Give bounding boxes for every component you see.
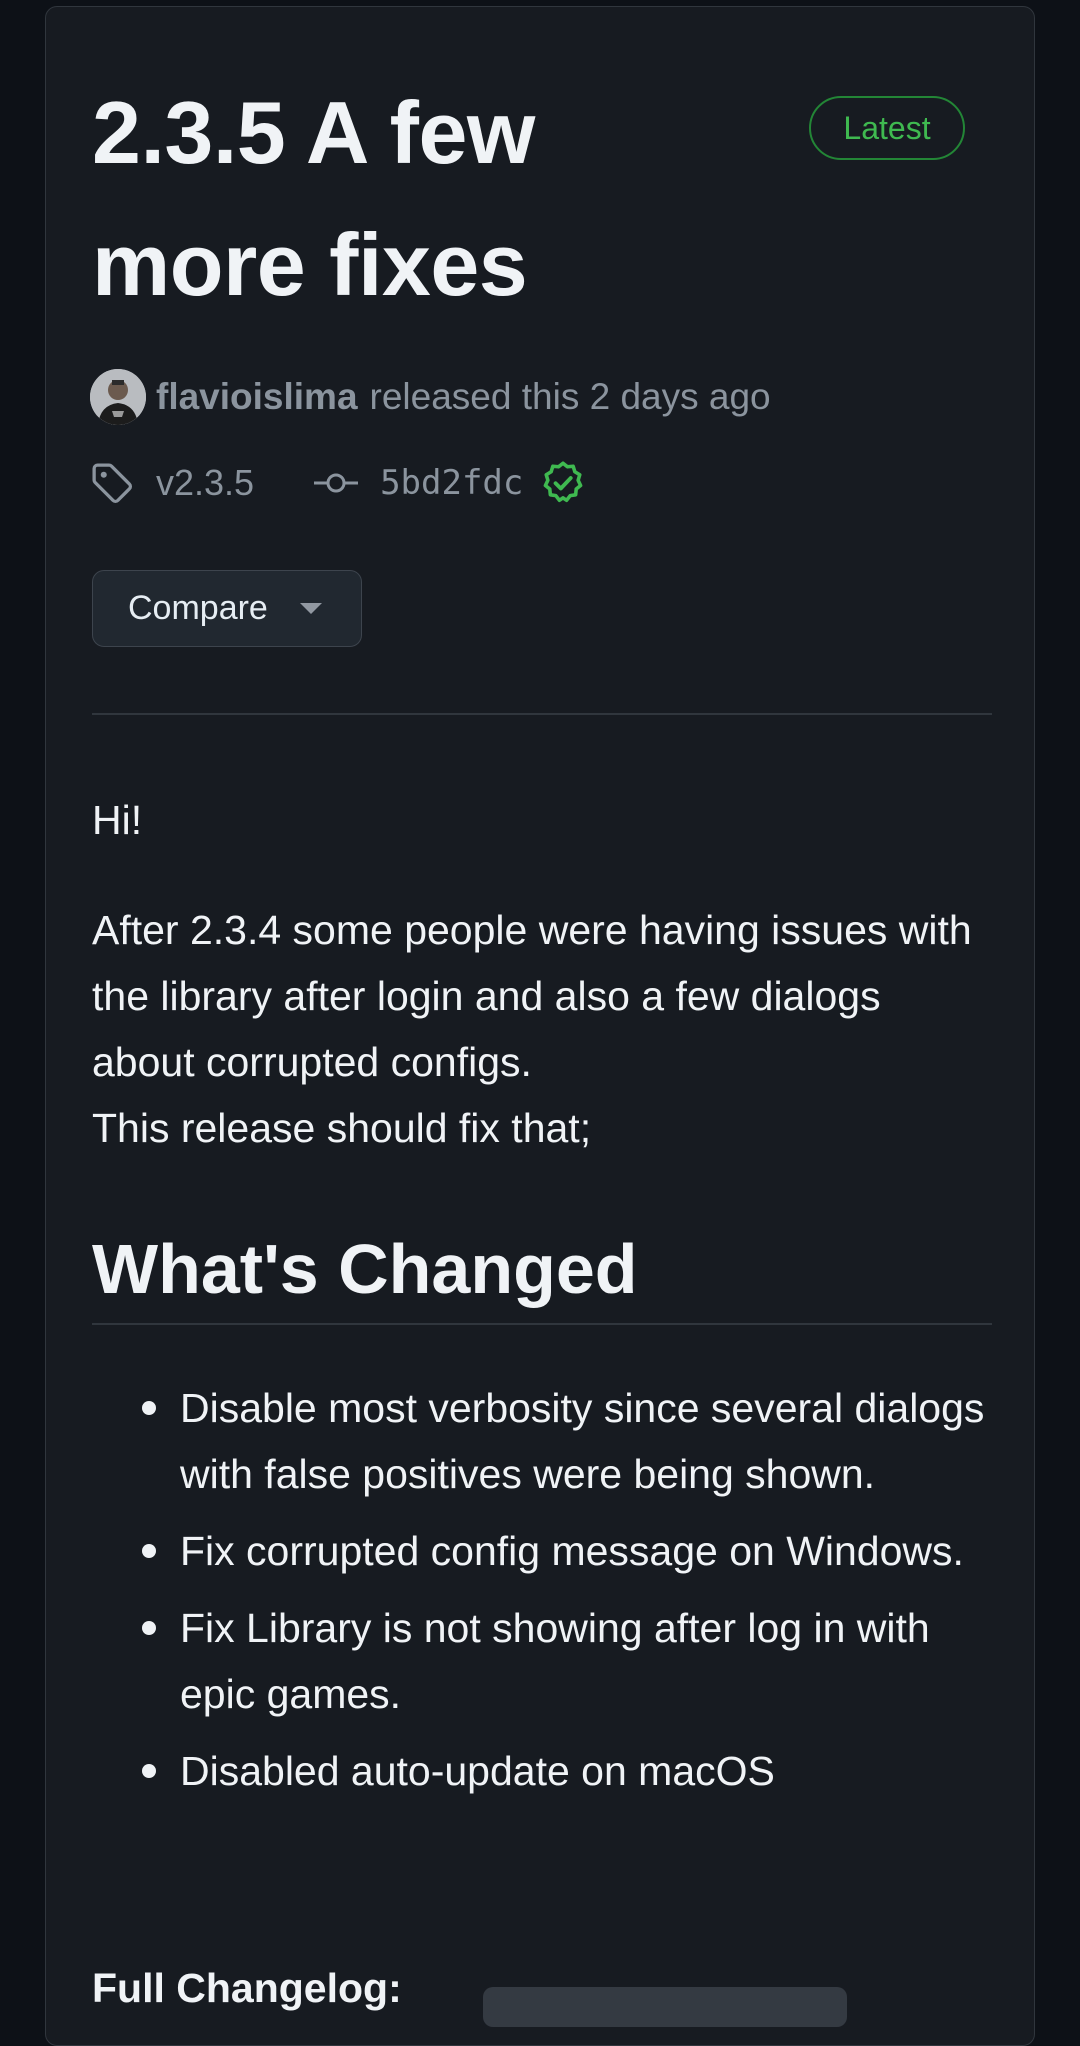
bullet bbox=[142, 1401, 156, 1415]
changelog-link[interactable] bbox=[483, 1987, 847, 2027]
tag-icon bbox=[90, 461, 134, 505]
release-card: 2.3.5 A few more fixes Latest flavioisli… bbox=[45, 6, 1035, 2046]
change-text: Fix Library is not showing after log in … bbox=[180, 1605, 930, 1717]
list-item: Fix Library is not showing after log in … bbox=[92, 1595, 992, 1727]
author-link[interactable]: flavioislima bbox=[156, 376, 358, 418]
list-item: Disabled auto-update on macOS bbox=[92, 1738, 992, 1804]
intro-line-1: After 2.3.4 some people were having issu… bbox=[92, 907, 972, 1085]
git-commit-icon bbox=[314, 468, 359, 498]
change-text: Disabled auto-update on macOS bbox=[180, 1748, 775, 1794]
change-text: Fix corrupted config message on Windows. bbox=[180, 1528, 964, 1574]
author-avatar[interactable] bbox=[90, 369, 146, 425]
tag-link[interactable]: v2.3.5 bbox=[156, 462, 254, 504]
latest-badge: Latest bbox=[809, 96, 965, 160]
bullet bbox=[142, 1621, 156, 1635]
bullet bbox=[142, 1544, 156, 1558]
tag-commit-row: v2.3.5 5bd2fdc bbox=[90, 453, 585, 513]
whats-changed-heading: What's Changed bbox=[92, 1230, 638, 1308]
list-item: Fix corrupted config message on Windows. bbox=[92, 1518, 992, 1584]
heading-divider bbox=[92, 1323, 992, 1325]
list-item: Disable most verbosity since several dia… bbox=[92, 1375, 992, 1507]
released-time-text: released this 2 days ago bbox=[369, 376, 771, 417]
release-title[interactable]: 2.3.5 A few more fixes bbox=[92, 67, 692, 331]
verified-badge-icon[interactable] bbox=[541, 461, 585, 505]
intro-line-2: This release should fix that; bbox=[92, 1105, 592, 1151]
changes-list: Disable most verbosity since several dia… bbox=[92, 1375, 992, 1815]
compare-label: Compare bbox=[128, 589, 268, 627]
full-changelog-label: Full Changelog: bbox=[92, 1965, 402, 2011]
greeting-text: Hi! bbox=[92, 797, 143, 843]
compare-button[interactable]: Compare bbox=[92, 570, 362, 647]
intro-paragraph: After 2.3.4 some people were having issu… bbox=[92, 897, 992, 1161]
bullet bbox=[142, 1764, 156, 1778]
section-divider bbox=[92, 713, 992, 715]
release-meta: flavioislima released this 2 days ago bbox=[90, 367, 771, 427]
commit-link[interactable]: 5bd2fdc bbox=[380, 463, 523, 503]
change-text: Disable most verbosity since several dia… bbox=[180, 1385, 985, 1497]
triangle-down-icon bbox=[299, 602, 322, 615]
